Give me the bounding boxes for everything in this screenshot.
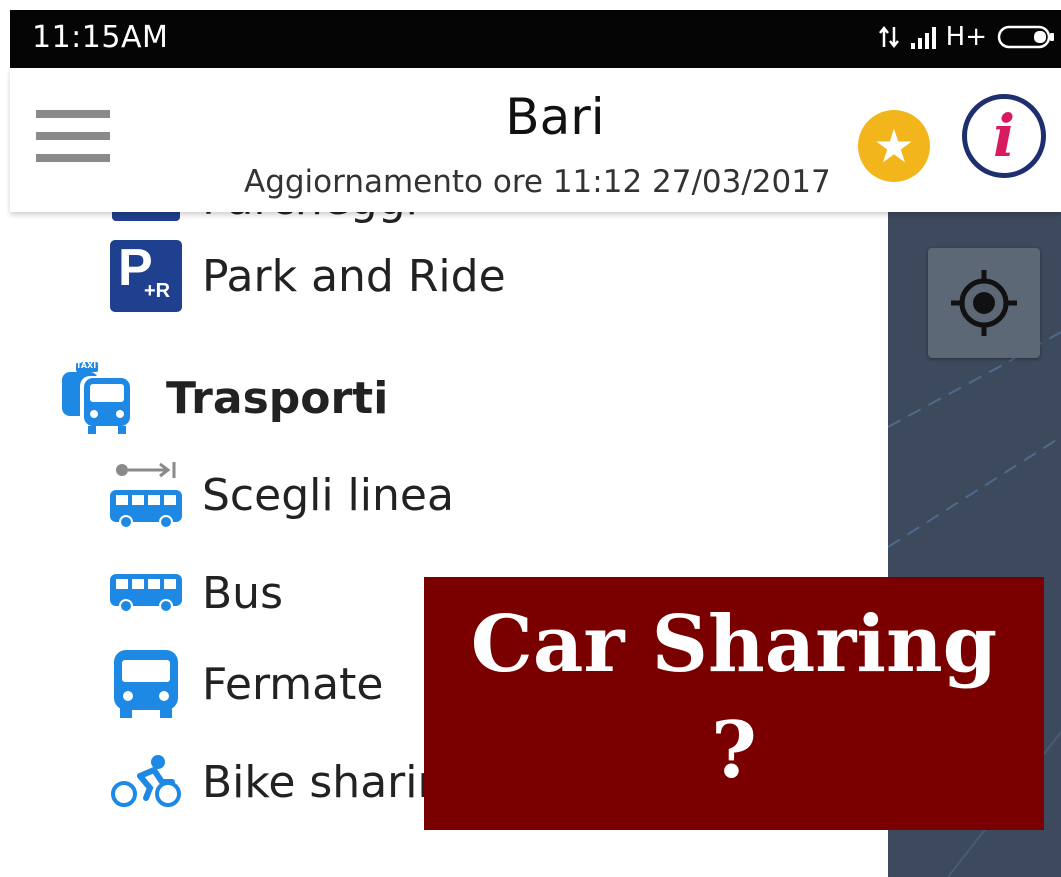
drawer-item-label: Parcheggi (202, 212, 418, 225)
drawer-item-label: Fermate (202, 658, 384, 710)
taxi-sign-text: TAXI (76, 361, 97, 370)
parking-icon (112, 212, 180, 221)
caption-line-1: Car Sharing (470, 599, 998, 690)
taxi-bus-icon: TAXI (58, 360, 138, 436)
data-transfer-icon (878, 25, 899, 49)
drawer-item-label: Scegli linea (202, 469, 454, 521)
drawer-section-label: Trasporti (166, 372, 389, 424)
last-update-text: Aggiornamento ore 11:12 27/03/2017 (244, 164, 831, 200)
bus-icon (110, 573, 182, 613)
locate-me-button[interactable] (928, 248, 1040, 358)
bus-line-icon (110, 462, 182, 529)
drawer-item-scegli-linea[interactable]: Scegli linea (110, 460, 454, 530)
park-and-ride-icon: P +R (110, 239, 182, 312)
drawer-item-bus[interactable]: Bus (110, 568, 283, 619)
app-header: Bari Aggiornamento ore 11:12 27/03/2017 … (10, 68, 1061, 212)
car-sharing-caption: Car Sharing ? (424, 577, 1044, 830)
drawer-item-parcheggi[interactable]: Parcheggi (110, 212, 418, 225)
caption-line-2: ? (711, 705, 757, 796)
drawer-item-label: Bus (202, 568, 283, 619)
drawer-item-bike-sharing[interactable]: Bike sharing (110, 754, 473, 810)
info-icon[interactable]: i (962, 94, 1046, 178)
drawer-item-label: Park and Ride (202, 250, 506, 302)
status-bar: 11:15AM H+ (10, 10, 1061, 68)
battery-icon (997, 25, 1054, 49)
park-and-ride-icon-r: +R (144, 280, 171, 302)
crosshair-icon (951, 270, 1017, 336)
bike-icon (111, 755, 181, 807)
star-icon[interactable]: ★ (858, 110, 930, 182)
status-time: 11:15AM (32, 20, 169, 55)
drawer-item-fermate[interactable]: Fermate (110, 648, 383, 720)
status-indicators: H+ (878, 22, 1057, 52)
network-type: H+ (945, 22, 987, 52)
signal-icon (910, 25, 936, 49)
bus-stop-icon (114, 650, 178, 718)
drawer-item-park-and-ride[interactable]: P +R Park and Ride (110, 239, 506, 312)
drawer-section-trasporti[interactable]: TAXI Trasporti (58, 360, 388, 436)
